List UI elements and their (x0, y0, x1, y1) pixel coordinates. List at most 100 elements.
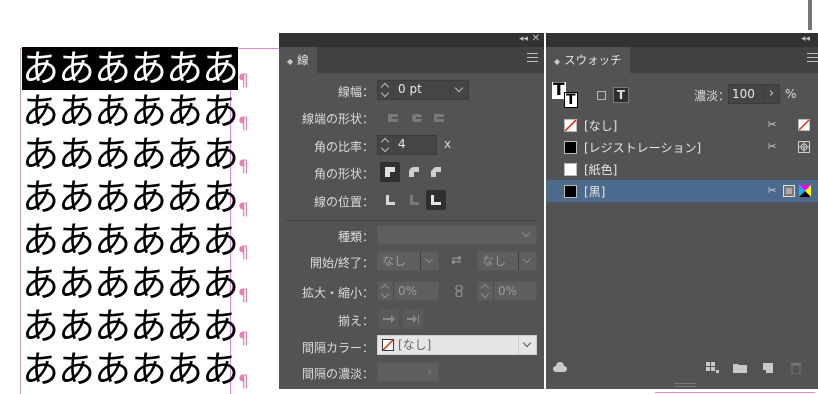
panel-menu-icon[interactable] (527, 53, 538, 63)
text-format-icon[interactable]: T (613, 87, 629, 103)
cc-libraries-icon[interactable] (553, 362, 567, 374)
chevron-down-icon[interactable] (420, 252, 438, 270)
swatch-name: [紙色] (584, 163, 618, 177)
registration-icon (798, 141, 810, 153)
panel-menu-icon[interactable] (807, 53, 818, 63)
start-shape-dropdown[interactable]: なし (377, 251, 439, 271)
round-join-button[interactable] (404, 162, 424, 182)
stroke-weight-value[interactable]: 0 pt (398, 82, 422, 96)
stroke-type-label: 種類： (337, 230, 374, 244)
chevron-down-icon[interactable] (518, 252, 536, 270)
miter-stepper-icon[interactable] (378, 136, 394, 154)
align-outside-button[interactable] (426, 190, 446, 210)
align-center-button[interactable] (380, 190, 400, 210)
chevron-right-icon[interactable]: › (427, 363, 432, 381)
miter-limit-value[interactable]: 4 (398, 137, 406, 151)
stroke-text-icon[interactable]: T (564, 92, 578, 108)
butt-cap-button[interactable] (383, 108, 403, 128)
tint-field[interactable]: 100 (728, 84, 764, 104)
tint-value[interactable]: 100 (732, 87, 755, 101)
text-line[interactable]: ああああああ¶ (22, 91, 249, 135)
new-color-group-icon[interactable] (733, 362, 747, 374)
resize-grip-icon[interactable] (674, 383, 696, 387)
text-line[interactable]: ああああああ¶ (22, 177, 249, 221)
gap-tint-field[interactable]: › (377, 362, 439, 382)
line-text: ああああああ (22, 262, 239, 305)
collapse-panel-icon[interactable]: ◂◂ (519, 34, 528, 44)
swatch-item-none[interactable]: [なし] ✂ (546, 114, 818, 136)
pilcrow-icon: ¶ (238, 372, 249, 392)
swatch-item-black[interactable]: [黒] ✂ (546, 180, 818, 202)
align-inside-button[interactable] (404, 190, 424, 210)
end-shape-dropdown[interactable]: なし (477, 251, 537, 271)
start-scale-stepper-icon[interactable] (378, 282, 394, 300)
gap-tint-label: 間隔の濃淡： (301, 367, 374, 381)
none-swatch-icon (382, 339, 394, 351)
non-editable-icon: ✂ (767, 140, 777, 153)
start-scale-value: 0% (398, 284, 418, 298)
trash-icon[interactable] (789, 362, 803, 374)
projecting-cap-button[interactable] (429, 108, 449, 128)
miter-join-button[interactable] (380, 162, 400, 182)
fill-stroke-proxy[interactable]: T T (552, 82, 582, 110)
swatch-chip (564, 185, 577, 198)
container-format-icon[interactable] (597, 91, 606, 100)
arrowhead-extend-button[interactable] (379, 309, 399, 329)
chevron-down-icon[interactable] (518, 336, 536, 354)
end-scale-field[interactable]: 0% (477, 281, 537, 301)
tab-stroke[interactable]: ◆ 線 (279, 47, 317, 73)
align-inside-icon (410, 195, 419, 205)
link-scale-button[interactable] (449, 281, 469, 301)
swatches-panel: ◂◂ ◆ スウォッチ T T T 濃淡： 100 › % [なし] ✂ [レジスト… (546, 33, 818, 389)
start-scale-field[interactable]: 0% (377, 281, 439, 301)
tab-swatches[interactable]: ◆ スウォッチ (546, 47, 630, 73)
round-cap-icon (412, 114, 422, 122)
swatch-name: [レジストレーション] (584, 141, 702, 155)
collapse-panel-icon[interactable]: ◂◂ (801, 34, 810, 44)
stroke-align-label: 線の位置： (313, 195, 374, 209)
gap-color-dropdown[interactable]: [なし] (377, 335, 537, 355)
new-swatch-icon[interactable] (761, 362, 775, 374)
close-icon[interactable]: ✕ (532, 33, 540, 44)
bevel-join-button[interactable] (426, 162, 446, 182)
miter-join-icon (385, 167, 395, 177)
round-join-icon (409, 167, 419, 177)
stroke-panel: ◂◂ ✕ ◆ 線 線幅： 0 pt 線端の形状： 角の比率： 4 x 角の形状： … (279, 33, 544, 389)
process-color-icon (783, 185, 795, 197)
chevron-down-icon[interactable] (450, 81, 468, 99)
text-line[interactable]: ああああああ¶ (22, 134, 249, 178)
page-guide-line (655, 392, 815, 393)
pilcrow-icon: ¶ (238, 286, 249, 306)
align-outside-icon (431, 195, 441, 205)
end-scale-stepper-icon[interactable] (478, 282, 494, 300)
projecting-cap-icon (434, 114, 444, 122)
gap-color-value: [なし] (398, 338, 432, 352)
text-line[interactable]: ああああああ¶ (22, 220, 249, 264)
text-line[interactable]: ああああああ¶ (22, 348, 249, 393)
chevron-down-icon[interactable] (518, 226, 536, 244)
tint-label: 濃淡： (694, 89, 731, 103)
text-frame-left-edge (20, 48, 21, 394)
tint-slider-button[interactable]: › (763, 84, 780, 104)
miter-unit: x (444, 137, 452, 151)
gap-color-label: 間隔カラー： (301, 341, 374, 355)
round-cap-button[interactable] (407, 108, 427, 128)
text-line[interactable]: ああああああ¶ (22, 306, 249, 350)
swap-arrows-icon[interactable]: ⇄ (451, 253, 462, 268)
text-line[interactable]: ああああああ¶ (22, 262, 249, 307)
pilcrow-icon: ¶ (238, 157, 249, 177)
tab-expand-icon[interactable]: ◆ (287, 57, 293, 66)
arrowhead-inside-button[interactable] (403, 309, 423, 329)
show-swatch-views-icon[interactable] (706, 362, 720, 374)
selected-text[interactable]: ああああああ (22, 47, 239, 90)
text-line[interactable]: ああああああ¶ (22, 47, 249, 91)
stroke-weight-field[interactable]: 0 pt (377, 80, 469, 100)
stroke-type-dropdown[interactable] (377, 225, 537, 245)
swatch-item-registration[interactable]: [レジストレーション] ✂ (546, 136, 818, 158)
swatch-item-paper[interactable]: [紙色] (546, 158, 818, 180)
weight-stepper-icon[interactable] (378, 81, 394, 99)
miter-limit-field[interactable]: 4 (377, 135, 437, 155)
tab-expand-icon[interactable]: ◆ (554, 57, 560, 66)
start-shape-value: なし (382, 254, 407, 268)
line-text: ああああああ (22, 348, 239, 391)
